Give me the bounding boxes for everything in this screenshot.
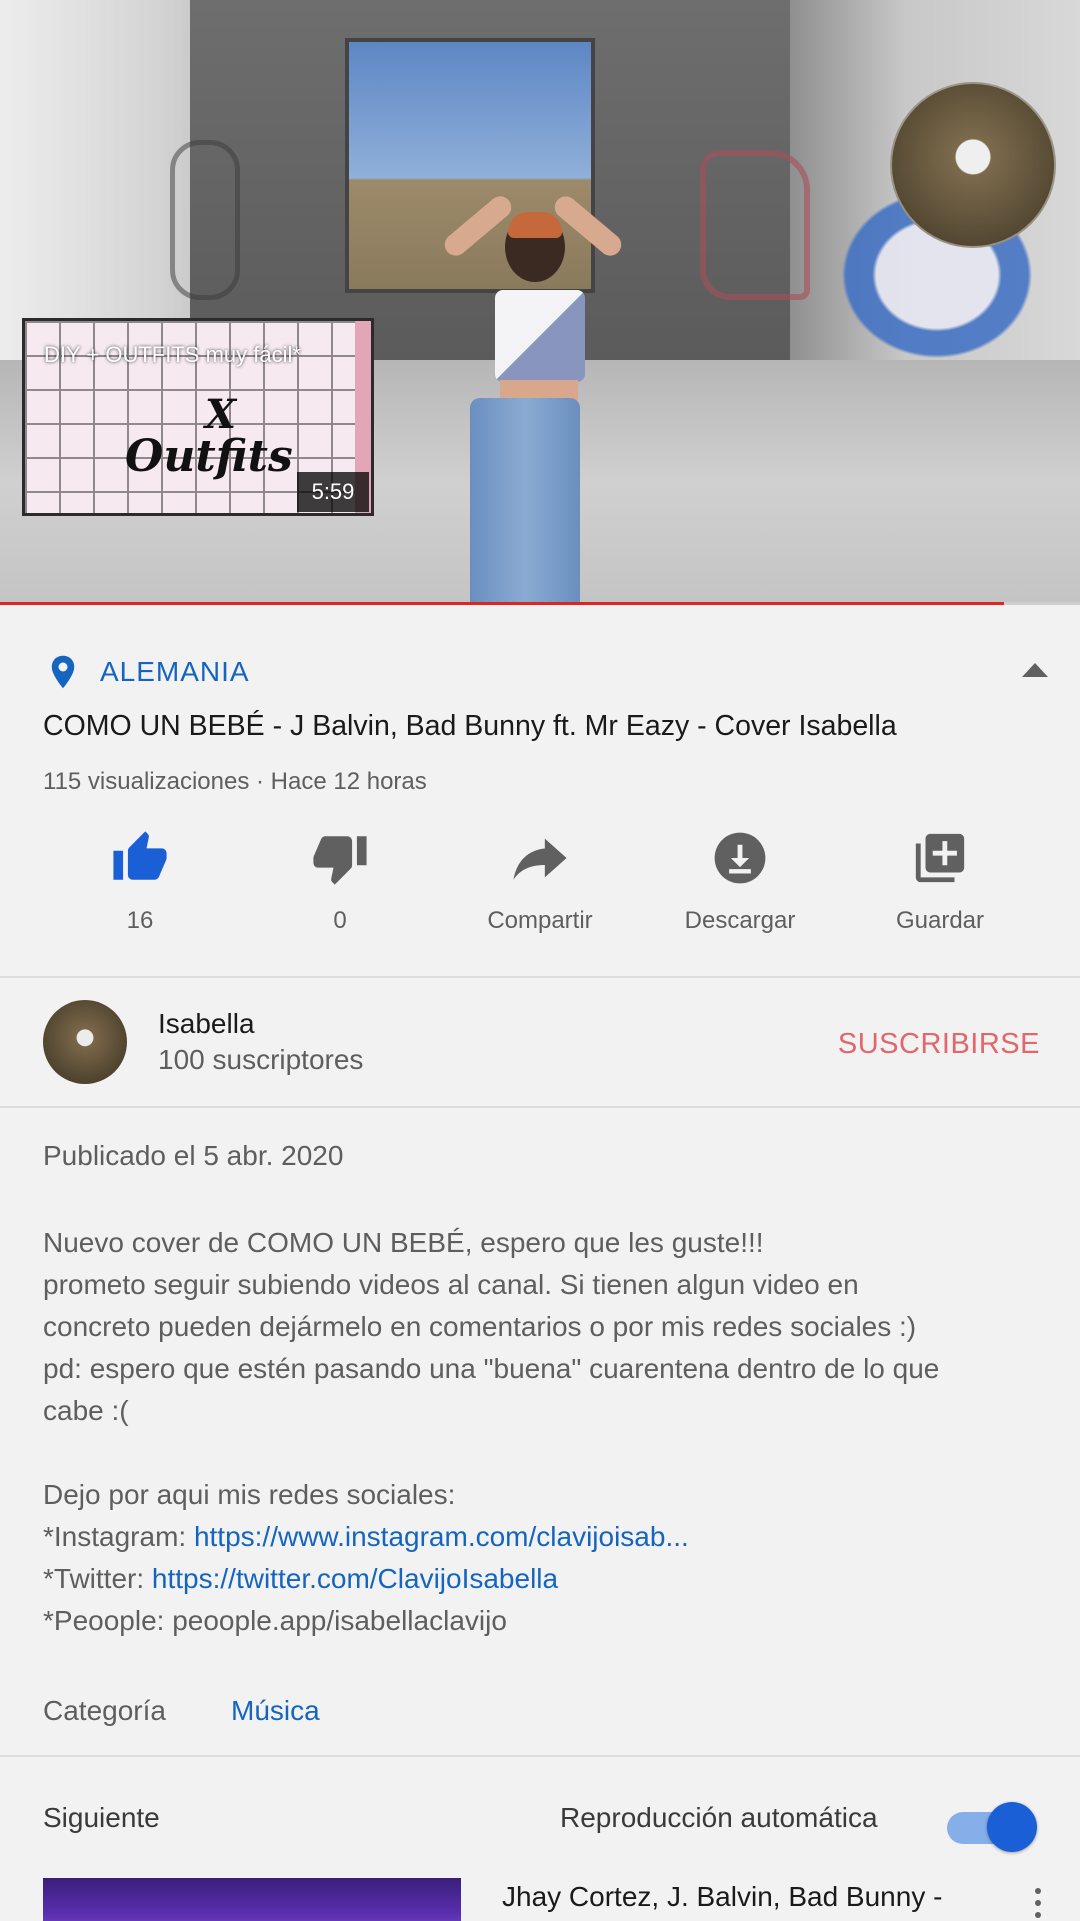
share-label: Compartir: [487, 907, 593, 934]
video-title: COMO UN BEBÉ - J Balvin, Bad Bunny ft. M…: [43, 710, 897, 742]
up-next-label: Siguiente: [43, 1802, 160, 1833]
divider: [0, 1106, 1080, 1108]
download-button[interactable]: Descargar: [640, 825, 840, 945]
video-meta: 115 visualizaciones · Hace 12 horas: [43, 768, 427, 795]
autoplay-toggle-knob: [987, 1802, 1037, 1852]
divider: [0, 976, 1080, 978]
category-label: Categoría: [43, 1695, 166, 1726]
avatar[interactable]: [43, 1000, 127, 1084]
save-button[interactable]: Guardar: [840, 825, 1040, 945]
location-pin-icon: [51, 655, 75, 689]
category-link[interactable]: Música: [231, 1695, 320, 1727]
peoople-line: *Peoople: peoople.app/isabellaclavijo: [43, 1605, 507, 1636]
description-line: pd: espero que estén pasando una "buena"…: [43, 1353, 940, 1384]
description-line: prometo seguir subiendo videos al canal.…: [43, 1269, 859, 1300]
instagram-link[interactable]: https://www.instagram.com/clavijoisab...: [194, 1521, 689, 1552]
description-line: Dejo por aqui mis redes sociales:: [43, 1479, 456, 1510]
thumbs-up-icon: [113, 831, 167, 880]
description-blank-line: [43, 1432, 1053, 1474]
description-line: Nuevo cover de COMO UN BEBÉ, espero que …: [43, 1227, 764, 1258]
action-bar: 16 0 Compartir Descargar Guardar: [0, 825, 1080, 945]
chevron-up-icon[interactable]: [1022, 662, 1048, 678]
autoplay-label: Reproducción automática: [560, 1802, 878, 1833]
thumbs-down-icon: [313, 836, 367, 885]
twitter-prefix: *Twitter:: [43, 1563, 152, 1594]
video-frame-graffiti-red: [700, 150, 810, 300]
video-frame-person-jeans: [470, 398, 580, 605]
twitter-link[interactable]: https://twitter.com/ClavijoIsabella: [152, 1563, 558, 1594]
instagram-prefix: *Instagram:: [43, 1521, 194, 1552]
video-description: Nuevo cover de COMO UN BEBÉ, espero que …: [43, 1222, 1053, 1642]
channel-row[interactable]: Isabella 100 suscriptores SUSCRIBIRSE: [0, 980, 1080, 1105]
publish-date: Publicado el 5 abr. 2020: [43, 1140, 344, 1171]
share-icon: [513, 838, 567, 880]
save-label: Guardar: [895, 907, 985, 934]
up-next-header: Siguiente Reproducción automática: [0, 1790, 1080, 1852]
description-line: concreto pueden dejármelo en comentarios…: [43, 1311, 917, 1342]
divider: [0, 1755, 1080, 1757]
up-next-thumbnail[interactable]: [43, 1878, 461, 1921]
end-card-title[interactable]: DIY + OUTFITS muy fácil*: [22, 340, 374, 368]
like-button[interactable]: 16: [40, 825, 240, 945]
progress-bar[interactable]: [0, 602, 1080, 605]
dislike-count: 0: [333, 907, 347, 934]
subscriber-count: 100 suscriptores: [158, 1044, 364, 1075]
channel-name[interactable]: Isabella: [158, 1008, 255, 1040]
add-to-playlist-icon: [915, 833, 965, 883]
video-frame-person-bandana: [508, 212, 562, 238]
download-label: Descargar: [684, 907, 796, 934]
channel-watermark-avatar[interactable]: [890, 82, 1056, 248]
up-next-video[interactable]: Jhay Cortez, J. Balvin, Bad Bunny -: [0, 1875, 1080, 1921]
end-card-duration: 5:59: [297, 472, 369, 512]
twitter-line: *Twitter: https://twitter.com/ClavijoIsa…: [43, 1558, 1053, 1600]
location-label[interactable]: ALEMANIA: [100, 656, 250, 688]
up-next-title[interactable]: Jhay Cortez, J. Balvin, Bad Bunny -: [502, 1879, 1002, 1915]
more-vert-icon[interactable]: [1028, 1885, 1048, 1921]
description-line: cabe :(: [43, 1395, 129, 1426]
instagram-line: *Instagram: https://www.instagram.com/cl…: [43, 1516, 1053, 1558]
subscribe-button[interactable]: SUSCRIBIRSE: [830, 1024, 1040, 1064]
dislike-button[interactable]: 0: [240, 825, 440, 945]
progress-bar-fill: [0, 602, 1005, 605]
location-row[interactable]: ALEMANIA: [0, 650, 1080, 694]
video-frame-graffiti-dark: [170, 140, 240, 300]
share-button[interactable]: Compartir: [440, 825, 640, 945]
like-count: 16: [126, 907, 154, 934]
end-card-thumb-text: Outfits: [125, 431, 293, 482]
video-frame-person-top: [495, 290, 585, 382]
autoplay-toggle[interactable]: [945, 1798, 1039, 1852]
video-player[interactable]: X Outfits DIY + OUTFITS muy fácil* 5:59: [0, 0, 1080, 605]
download-icon: [714, 832, 766, 884]
